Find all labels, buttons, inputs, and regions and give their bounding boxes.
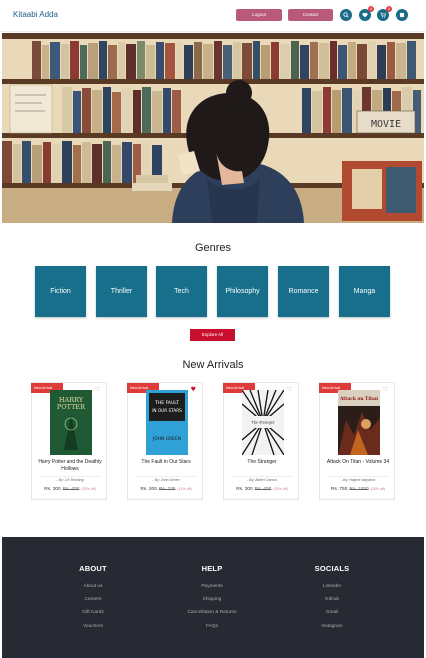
book-price-row: Rs. 200 Rs. 225 (11% off) <box>132 487 200 492</box>
footer-link-gift-cards[interactable]: Gift Cards <box>33 606 153 619</box>
card-divider <box>136 476 196 477</box>
book-price: Rs. 200 <box>140 487 157 492</box>
genre-tile-fiction[interactable]: Fiction <box>35 266 86 317</box>
footer-link-payments[interactable]: Payments <box>152 580 272 593</box>
book-card[interactable]: New Arrival ♡ HARRY POTTER Harry Potter … <box>31 382 107 500</box>
profile-button[interactable] <box>396 9 408 21</box>
genre-tile-manga[interactable]: Manga <box>339 266 390 317</box>
book-card[interactable]: New Arrival ♡ Attack on Titan Attack On … <box>319 382 395 500</box>
book-discount: (25% off) <box>81 487 96 491</box>
footer-link-careers[interactable]: Careers <box>33 593 153 606</box>
new-arrivals-heading: New Arrivals <box>182 359 244 371</box>
footer-column-socials: SOCIALS LinkedIn Github Gmail Instagram <box>272 564 392 633</box>
footer-link-faqs[interactable]: FAQs <box>152 620 272 633</box>
genre-tile-romance[interactable]: Romance <box>278 266 329 317</box>
footer-link-cancellation-returns[interactable]: Cancellation & Returns <box>152 606 272 619</box>
brand-logo-text[interactable]: Kitaabi Adda <box>13 10 58 19</box>
book-cover-image[interactable]: HARRY POTTER <box>50 390 92 455</box>
book-discount: (25% off) <box>370 487 386 491</box>
book-author: - By: J.K Rowling <box>56 478 84 482</box>
bookshelf-row-1 <box>32 41 416 79</box>
book-title[interactable]: Attack On Titan - Volume 34 <box>324 459 392 466</box>
logout-button[interactable]: Logout <box>236 9 282 21</box>
hero-banner: MOVIE <box>2 33 424 223</box>
cover-title-line: IN OUR STARS <box>152 408 182 413</box>
book-cover-image[interactable]: The Stranger <box>242 390 284 455</box>
search-button[interactable] <box>340 9 352 21</box>
cover-title-line: Attack on Titan <box>339 397 379 402</box>
footer-link-about-us[interactable]: About us <box>33 580 153 593</box>
wishlist-heart-icon[interactable]: ♥ <box>191 387 196 393</box>
book-author: - By: John Green <box>152 478 180 482</box>
genres-heading: Genres <box>194 242 232 254</box>
book-title[interactable]: Harry Potter and the Deathly Hollows <box>36 459 104 472</box>
explore-all-button[interactable]: Explore All <box>190 329 235 341</box>
footer-column-about: ABOUT About us Careers Gift Cards Vouche… <box>33 564 153 633</box>
cart-button[interactable]: 0 <box>377 6 392 21</box>
book-author: - By: Albert Camus <box>246 478 278 482</box>
book-mrp: Rs. 400 <box>62 487 80 492</box>
contact-button[interactable]: Contact <box>288 9 333 21</box>
footer-heading: HELP <box>201 564 223 573</box>
book-cover-image[interactable]: Attack on Titan <box>338 390 380 455</box>
book-card[interactable]: New Arrival ♡ The Stranger The Stranger … <box>223 382 299 500</box>
hero-sign-text: MOVIE <box>371 119 401 130</box>
book-title[interactable]: The Fault in Our Stars <box>132 459 200 466</box>
wall-note-paper <box>9 84 53 134</box>
card-divider <box>328 476 388 477</box>
card-divider <box>40 476 100 477</box>
wishlist-count-badge: 0 <box>368 6 374 12</box>
cover-title-line: POTTER <box>57 403 86 411</box>
footer-link-github[interactable]: Github <box>272 593 392 606</box>
wishlist-button[interactable]: 0 <box>359 6 374 21</box>
cover-title-line: The Stranger <box>252 421 275 425</box>
wishlist-heart-icon[interactable]: ♡ <box>287 387 292 393</box>
user-icon <box>399 12 405 18</box>
footer-link-instagram[interactable]: Instagram <box>272 620 392 633</box>
book-price: Rs. 300 <box>236 487 253 492</box>
book-title[interactable]: The Stranger <box>228 459 296 466</box>
wishlist-heart-icon[interactable]: ♡ <box>383 387 388 393</box>
footer-link-gmail[interactable]: Gmail <box>272 606 392 619</box>
genre-tile-thriller[interactable]: Thriller <box>96 266 147 317</box>
genre-tile-tech[interactable]: Tech <box>156 266 207 317</box>
book-price-row: Rs. 300 Rs. 400 (25% off) <box>228 487 296 492</box>
footer-heading: ABOUT <box>79 564 107 573</box>
book-price: Rs. 300 <box>44 487 61 492</box>
footer-link-shipping[interactable]: Shipping <box>152 593 272 606</box>
book-mrp: Rs. 225 <box>158 487 176 492</box>
hero-illustration: MOVIE <box>2 33 424 223</box>
book-mrp: Rs. 1000 <box>349 487 369 492</box>
book-mrp: Rs. 400 <box>254 487 272 492</box>
book-price: Rs. 750 <box>330 487 348 492</box>
search-icon <box>343 12 349 18</box>
book-author: - By: Hajime Isayama <box>340 478 376 482</box>
footer-column-help: HELP Payments Shipping Cancellation & Re… <box>152 564 272 633</box>
footer-heading: SOCIALS <box>314 564 350 573</box>
cart-count-badge: 0 <box>386 6 392 12</box>
heart-icon <box>362 12 368 18</box>
cover-title-line: THE FAULT <box>154 400 179 406</box>
wishlist-heart-icon[interactable]: ♡ <box>95 387 100 393</box>
genre-tile-philosophy[interactable]: Philosophy <box>217 266 268 317</box>
cover-author-line: JOHN GREEN <box>152 436 181 442</box>
top-navbar: Kitaabi Adda Logout Contact 0 0 <box>0 0 426 32</box>
cart-icon <box>380 12 386 18</box>
footer-link-vouchers[interactable]: Vouchers <box>33 620 153 633</box>
footer-link-linkedin[interactable]: LinkedIn <box>272 580 392 593</box>
book-discount: (11% off) <box>177 487 192 491</box>
book-discount: (25% off) <box>273 487 288 491</box>
book-price-row: Rs. 300 Rs. 400 (25% off) <box>36 487 104 492</box>
book-cover-image[interactable]: THE FAULT IN OUR STARS JOHN GREEN <box>146 390 188 455</box>
card-divider <box>232 476 292 477</box>
book-price-row: Rs. 750 Rs. 1000 (25% off) <box>324 487 392 492</box>
site-footer: ABOUT About us Careers Gift Cards Vouche… <box>2 537 424 658</box>
book-card[interactable]: New Arrival ♥ THE FAULT IN OUR STARS JOH… <box>127 382 203 500</box>
